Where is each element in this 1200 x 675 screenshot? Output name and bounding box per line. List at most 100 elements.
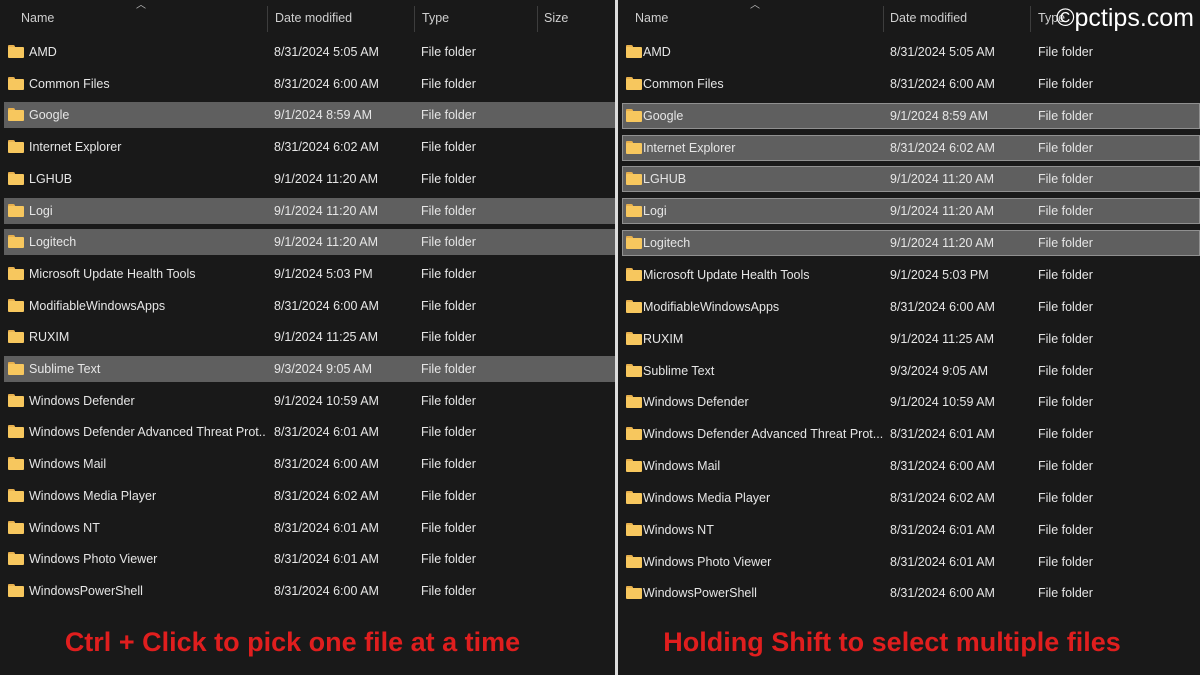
folder-icon (626, 76, 642, 90)
file-row[interactable]: Sublime Text 9/3/2024 9:05 AM File folder (622, 358, 1200, 384)
file-row[interactable]: Windows NT 8/31/2024 6:01 AM File folder (4, 515, 615, 541)
column-divider[interactable] (883, 6, 884, 32)
file-row[interactable]: Logitech 9/1/2024 11:20 AM File folder (4, 229, 615, 256)
file-date-modified: 9/1/2024 8:59 AM (890, 108, 988, 123)
file-row[interactable]: Internet Explorer 8/31/2024 6:02 AM File f… (622, 134, 1200, 161)
file-type: File folder (421, 393, 476, 408)
file-date-modified: 9/1/2024 11:20 AM (274, 235, 379, 250)
file-name: Common Files (29, 76, 110, 91)
file-row[interactable]: Google 9/1/2024 8:59 AM File folder (622, 102, 1200, 129)
file-type: File folder (1038, 204, 1093, 219)
file-type: File folder (421, 330, 476, 345)
column-header-date-modified[interactable]: Date modified (275, 0, 352, 36)
file-row[interactable]: ModifiableWindowsApps 8/31/2024 6:00 AM Fi… (622, 294, 1200, 320)
file-type: File folder (1038, 490, 1093, 505)
file-name: Sublime Text (29, 362, 101, 376)
file-row[interactable]: Common Files 8/31/2024 6:00 AM File folder (622, 71, 1200, 97)
file-date-modified: 9/1/2024 5:03 PM (890, 267, 989, 282)
column-header-date-modified[interactable]: Date modified (890, 0, 967, 36)
file-type: File folder (1038, 395, 1093, 410)
file-date-modified: 9/3/2024 9:05 AM (890, 363, 988, 378)
file-type: File folder (1038, 236, 1093, 251)
folder-icon (8, 298, 24, 312)
file-type: File folder (421, 583, 476, 598)
file-name: LGHUB (29, 171, 73, 186)
file-row[interactable]: RUXIM 9/1/2024 11:25 AM File folder (4, 324, 615, 350)
file-row[interactable]: Microsoft Update Health Tools 9/1/2024 5:… (622, 262, 1200, 288)
file-row[interactable]: WindowsPowerShell 8/31/2024 6:00 AM File f… (4, 578, 615, 604)
file-type: File folder (1038, 522, 1093, 537)
file-row[interactable]: Windows Defender Advanced Threat Prot...… (4, 419, 615, 445)
folder-icon (8, 552, 24, 566)
file-name: Internet Explorer (29, 140, 122, 155)
file-row[interactable]: LGHUB 9/1/2024 11:20 AM File folder (4, 166, 615, 192)
column-divider[interactable] (537, 6, 538, 32)
file-row[interactable]: Microsoft Update Health Tools 9/1/2024 5:… (4, 261, 615, 287)
file-name: Windows Photo Viewer (643, 554, 772, 569)
file-row[interactable]: Windows Media Player 8/31/2024 6:02 AM Fil… (622, 485, 1200, 511)
file-name: Windows Defender Advanced Threat Prot... (29, 425, 265, 440)
file-row[interactable]: Windows Defender Advanced Threat Prot...… (622, 421, 1200, 447)
folder-icon (8, 583, 24, 597)
file-row[interactable]: Windows NT 8/31/2024 6:01 AM File folder (622, 517, 1200, 543)
file-name: Google (643, 108, 684, 123)
file-row[interactable]: AMD 8/31/2024 5:05 AM File folder (622, 39, 1200, 65)
column-header-bar: Name ︿ Date modified Type Size (0, 0, 615, 36)
file-row[interactable]: ModifiableWindowsApps 8/31/2024 6:00 AM Fi… (4, 293, 615, 319)
file-row[interactable]: Windows Defender 9/1/2024 10:59 AM File fo… (622, 389, 1200, 415)
column-header-name[interactable]: Name (21, 0, 54, 36)
file-type: File folder (1038, 267, 1093, 282)
file-name: RUXIM (643, 331, 684, 346)
file-name: ModifiableWindowsApps (29, 298, 166, 313)
file-type: File folder (421, 298, 476, 313)
file-type: File folder (1038, 363, 1093, 378)
file-row[interactable]: Windows Defender 9/1/2024 10:59 AM File fo… (4, 388, 615, 414)
file-row[interactable]: LGHUB 9/1/2024 11:20 AM File folder (622, 166, 1200, 193)
file-row[interactable]: RUXIM 9/1/2024 11:25 AM File folder (622, 326, 1200, 352)
file-row[interactable]: Windows Mail 8/31/2024 6:00 AM File folder (4, 451, 615, 477)
folder-icon (8, 266, 24, 280)
file-date-modified: 9/1/2024 10:59 AM (890, 395, 995, 410)
column-header-size[interactable]: Size (544, 0, 568, 36)
folder-icon (8, 235, 24, 249)
column-divider[interactable] (1030, 6, 1031, 32)
file-type: File folder (1038, 299, 1093, 314)
file-row[interactable]: Logitech 9/1/2024 11:20 AM File folder (622, 230, 1200, 257)
file-row[interactable]: WindowsPowerShell 8/31/2024 6:00 AM File f… (622, 580, 1200, 606)
column-header-name[interactable]: Name (635, 0, 668, 36)
folder-icon (626, 395, 642, 409)
file-type: File folder (1038, 586, 1093, 601)
folder-icon (8, 520, 24, 534)
watermark-text: ©pctips.com (1056, 4, 1194, 32)
folder-icon (626, 108, 642, 122)
file-name: WindowsPowerShell (643, 586, 757, 601)
file-name: Logitech (29, 235, 77, 250)
folder-icon (8, 393, 24, 407)
file-date-modified: 8/31/2024 6:00 AM (890, 586, 995, 601)
file-row[interactable]: AMD 8/31/2024 5:05 AM File folder (4, 39, 615, 65)
column-divider[interactable] (267, 6, 268, 32)
folder-icon (8, 140, 24, 154)
file-row[interactable]: Google 9/1/2024 8:59 AM File folder (4, 102, 615, 129)
file-name: RUXIM (29, 330, 70, 345)
file-name: ModifiableWindowsApps (643, 299, 780, 314)
file-row[interactable]: Logi 9/1/2024 11:20 AM File folder (4, 197, 615, 224)
file-row[interactable]: Sublime Text 9/3/2024 9:05 AM File folder (4, 356, 615, 382)
column-header-type[interactable]: Type (422, 0, 449, 36)
folder-icon (626, 236, 642, 250)
file-type: File folder (421, 203, 476, 218)
file-row[interactable]: Common Files 8/31/2024 6:00 AM File folder (4, 71, 615, 97)
file-row[interactable]: Internet Explorer 8/31/2024 6:02 AM File f… (4, 134, 615, 160)
sort-ascending-icon: ︿ (750, 0, 760, 11)
file-name: Windows Mail (29, 457, 107, 472)
file-type: File folder (421, 552, 476, 567)
column-divider[interactable] (414, 6, 415, 32)
file-row[interactable]: Windows Photo Viewer 8/31/2024 6:01 AM Fil… (622, 549, 1200, 575)
file-name: Microsoft Update Health Tools (643, 267, 810, 282)
file-row[interactable]: Windows Mail 8/31/2024 6:00 AM File folder (622, 453, 1200, 479)
right-caption: Holding Shift to select multiple files (663, 627, 1121, 657)
file-row[interactable]: Windows Media Player 8/31/2024 6:02 AM Fil… (4, 483, 615, 509)
file-row[interactable]: Windows Photo Viewer 8/31/2024 6:01 AM Fil… (4, 546, 615, 572)
file-name: Windows Media Player (29, 488, 157, 503)
file-row[interactable]: Logi 9/1/2024 11:20 AM File folder (622, 198, 1200, 225)
